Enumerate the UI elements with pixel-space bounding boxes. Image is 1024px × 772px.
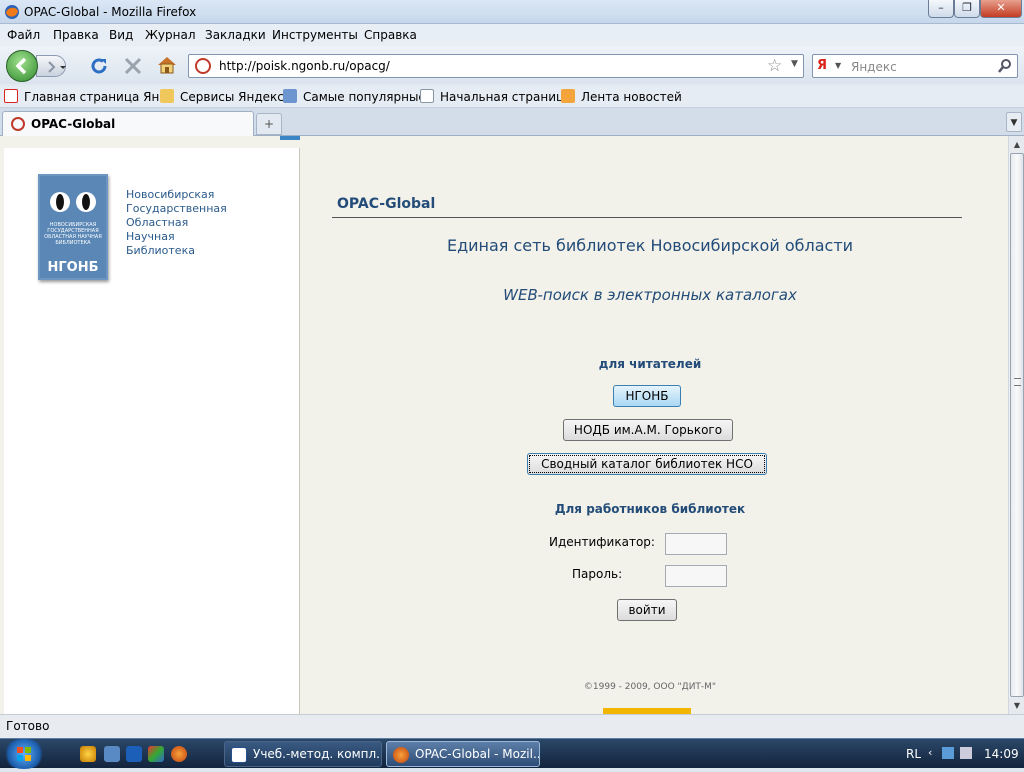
folder-icon bbox=[160, 89, 174, 103]
word-icon bbox=[231, 747, 247, 763]
start-button[interactable] bbox=[2, 739, 46, 769]
menu-history[interactable]: Журнал bbox=[145, 28, 196, 42]
tab-bar: OPAC-Global + ▼ bbox=[0, 108, 1024, 136]
menu-file[interactable]: Файл bbox=[7, 28, 40, 42]
search-box[interactable]: Я ▼ Яндекс bbox=[812, 54, 1018, 78]
bookmark-most-visited[interactable]: Самые популярные bbox=[283, 89, 426, 105]
url-text: http://poisk.ngonb.ru/opacg/ bbox=[219, 59, 390, 73]
panel-header: OPAC-Global bbox=[332, 194, 962, 218]
url-dropdown-icon[interactable]: ▼ bbox=[791, 59, 798, 69]
menu-bookmarks[interactable]: Закладки bbox=[205, 28, 266, 42]
copyright: ©1999 - 2009, ООО "ДИТ-М" bbox=[583, 682, 717, 692]
close-window-button[interactable]: ✕ bbox=[980, 0, 1022, 18]
bookmark-yandex-main[interactable]: Главная страница Ян... bbox=[4, 89, 171, 105]
system-tray: RL ‹ 14:09 bbox=[890, 739, 1024, 769]
site-favicon-icon bbox=[195, 58, 211, 74]
vertical-scrollbar[interactable]: ▲ ▼ bbox=[1008, 136, 1024, 714]
maximize-button[interactable]: ❐ bbox=[954, 0, 980, 18]
grip-icon bbox=[1014, 378, 1021, 386]
library-name-line: Областная bbox=[126, 216, 189, 229]
bookmarks-toolbar: Главная страница Ян... Сервисы Яндекса С… bbox=[0, 86, 1024, 108]
bookmark-yandex-services[interactable]: Сервисы Яндекса bbox=[160, 89, 291, 105]
page-content: НОВОСИБИРСКАЯ ГОСУДАРСТВЕННАЯ ОБЛАСТНАЯ … bbox=[0, 136, 1008, 714]
password-label: Пароль: bbox=[572, 567, 623, 581]
id-input[interactable] bbox=[665, 533, 727, 555]
language-indicator[interactable]: RL bbox=[906, 747, 921, 761]
search-icon[interactable] bbox=[997, 58, 1013, 74]
menu-help[interactable]: Справка bbox=[364, 28, 417, 42]
staff-heading: Для работников библиотек bbox=[554, 502, 746, 516]
clock[interactable]: 14:09 bbox=[984, 747, 1019, 761]
title-bar: OPAC-Global - Mozilla Firefox – ❐ ✕ bbox=[0, 0, 1024, 24]
windows-taskbar: Учеб.-метод. компл... OPAC-Global - Mozi… bbox=[0, 738, 1024, 769]
logo-abbreviation: НГОНБ bbox=[47, 260, 99, 275]
readers-heading: для читателей bbox=[598, 357, 702, 371]
window-title: OPAC-Global - Mozilla Firefox bbox=[24, 5, 197, 19]
status-bar: Готово bbox=[0, 714, 1024, 738]
bookmark-news-feed[interactable]: Лента новостей bbox=[561, 89, 682, 105]
network-icon[interactable] bbox=[942, 747, 954, 759]
tray-expand-icon[interactable]: ‹ bbox=[928, 746, 932, 759]
quicklaunch-paint-icon[interactable] bbox=[148, 746, 164, 762]
new-tab-button[interactable]: + bbox=[256, 113, 282, 135]
quicklaunch-icon[interactable] bbox=[80, 746, 96, 762]
tab-list-dropdown[interactable]: ▼ bbox=[1006, 112, 1022, 132]
quicklaunch-firefox-icon[interactable] bbox=[171, 746, 187, 762]
library-name-line: Научная bbox=[126, 230, 175, 243]
task-word-document[interactable]: Учеб.-метод. компл... bbox=[224, 741, 382, 767]
page-title: Единая сеть библиотек Новосибирской обла… bbox=[446, 236, 854, 255]
page-subtitle: WEB-поиск в электронных каталогах bbox=[503, 286, 797, 304]
page-icon bbox=[420, 89, 434, 103]
union-catalog-button[interactable]: Сводный каталог библиотек НСО bbox=[527, 453, 767, 475]
logo-text: НОВОСИБИРСКАЯ ГОСУДАРСТВЕННАЯ ОБЛАСТНАЯ … bbox=[44, 222, 102, 246]
library-name-line: Государственная bbox=[126, 202, 227, 215]
menu-bar: Файл Правка Вид Журнал Закладки Инструме… bbox=[0, 24, 1024, 46]
reload-icon[interactable] bbox=[88, 55, 110, 77]
scroll-down-icon[interactable]: ▼ bbox=[1009, 697, 1024, 714]
id-label: Идентификатор: bbox=[549, 535, 655, 549]
scroll-up-icon[interactable]: ▲ bbox=[1009, 136, 1024, 153]
library-name-line: Новосибирская bbox=[126, 188, 215, 201]
home-icon[interactable] bbox=[156, 54, 178, 76]
navigation-toolbar: http://poisk.ngonb.ru/opacg/ ☆ ▼ Я ▼ Янд… bbox=[0, 46, 1024, 84]
panel-header-title: OPAC-Global bbox=[337, 196, 436, 212]
address-bar[interactable]: http://poisk.ngonb.ru/opacg/ ☆ ▼ bbox=[188, 54, 804, 78]
yandex-engine-icon[interactable]: Я bbox=[817, 58, 833, 74]
password-input[interactable] bbox=[665, 565, 727, 587]
menu-view[interactable]: Вид bbox=[109, 28, 133, 42]
library-logo: НОВОСИБИРСКАЯ ГОСУДАРСТВЕННАЯ ОБЛАСТНАЯ … bbox=[38, 174, 108, 280]
show-desktop-icon[interactable] bbox=[104, 746, 120, 762]
menu-edit[interactable]: Правка bbox=[53, 28, 99, 42]
tab-favicon-icon bbox=[11, 117, 25, 131]
library-name-line: Библиотека bbox=[126, 244, 195, 257]
firefox-task-icon bbox=[393, 747, 409, 763]
rss-icon bbox=[561, 89, 575, 103]
quicklaunch-app-icon[interactable] bbox=[126, 746, 142, 762]
engine-dropdown-icon[interactable]: ▼ bbox=[835, 61, 841, 70]
scroll-thumb[interactable] bbox=[1010, 153, 1024, 697]
nodb-gorky-button[interactable]: НОДБ им.А.М. Горького bbox=[563, 419, 733, 441]
firefox-icon bbox=[4, 4, 20, 20]
ngonb-button[interactable]: НГОНБ bbox=[613, 385, 681, 407]
task-firefox[interactable]: OPAC-Global - Mozil... bbox=[386, 741, 540, 767]
yandex-icon bbox=[4, 89, 18, 103]
left-panel: НОВОСИБИРСКАЯ ГОСУДАРСТВЕННАЯ ОБЛАСТНАЯ … bbox=[4, 148, 300, 714]
menu-tools[interactable]: Инструменты bbox=[272, 28, 358, 42]
smart-folder-icon bbox=[283, 89, 297, 103]
forward-button[interactable] bbox=[36, 55, 66, 77]
login-button[interactable]: войти bbox=[617, 599, 677, 621]
volume-icon[interactable] bbox=[960, 747, 972, 759]
bookmark-start-page[interactable]: Начальная страница bbox=[420, 89, 572, 105]
stop-icon[interactable] bbox=[122, 55, 144, 77]
browser-window: OPAC-Global - Mozilla Firefox – ❐ ✕ Файл… bbox=[0, 0, 1024, 738]
search-placeholder: Яндекс bbox=[851, 60, 897, 74]
tab-opac-global[interactable]: OPAC-Global bbox=[2, 111, 254, 136]
tab-label: OPAC-Global bbox=[31, 117, 116, 131]
back-button[interactable] bbox=[6, 50, 38, 82]
bookmark-star-icon[interactable]: ☆ bbox=[767, 56, 782, 76]
minimize-button[interactable]: – bbox=[928, 0, 954, 18]
status-text: Готово bbox=[6, 719, 50, 733]
owl-eyes-icon bbox=[44, 178, 102, 216]
